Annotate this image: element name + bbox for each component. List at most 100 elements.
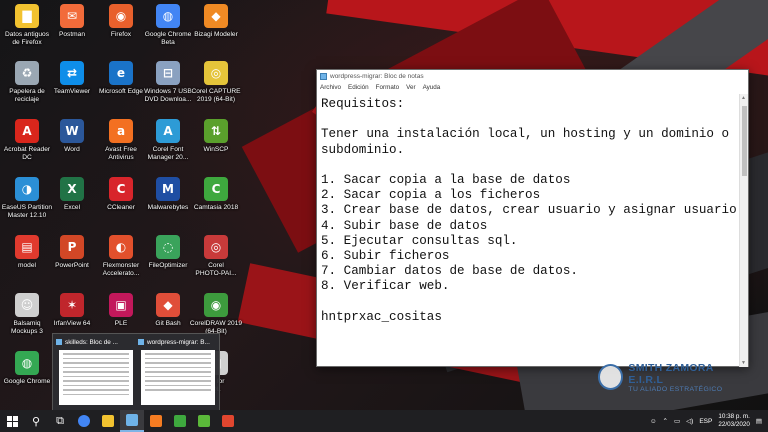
taskbar-app-green[interactable] xyxy=(192,410,216,432)
app-icon: ◌ xyxy=(156,235,180,259)
desktop-icon[interactable]: ◎ Corel CAPTURE 2019 (64-Bit) xyxy=(191,59,241,115)
search-button[interactable]: ⚲ xyxy=(24,410,48,432)
app-icon: C xyxy=(109,177,133,201)
desktop-icon[interactable]: M Malwarebytes xyxy=(143,175,193,231)
desktop-icon[interactable]: P PowerPoint xyxy=(47,233,97,289)
notepad-icon xyxy=(126,414,138,426)
network-icon[interactable]: ▭ xyxy=(674,417,680,425)
desktop-icon[interactable]: ◆ Bizagi Modeler xyxy=(191,2,241,58)
thumbnail-wordpress-migrar[interactable]: wordpress-migrar: B... xyxy=(138,337,218,409)
desktop-icon[interactable]: ◎ Corel PHOTO-PAI... xyxy=(191,233,241,289)
camtasia-icon xyxy=(174,415,186,427)
desktop-icon-label: Corel CAPTURE 2019 (64-Bit) xyxy=(191,88,241,103)
chrome-icon xyxy=(78,415,90,427)
text-line xyxy=(321,295,737,310)
app-icon: A xyxy=(156,119,180,143)
thumbnail-title: wordpress-migrar: B... xyxy=(147,338,210,346)
text-line: 4. Subir base de datos xyxy=(321,218,488,233)
text-line: 2. Sacar copia a los ficheros xyxy=(321,188,541,203)
menu-ver[interactable]: Ver xyxy=(406,84,415,91)
menu-archivo[interactable]: Archivo xyxy=(320,84,341,91)
desktop-icon[interactable]: ◍ Google Chrome xyxy=(2,349,52,405)
menu-bar: Archivo Edición Formato Ver Ayuda xyxy=(317,82,748,93)
thumbnail-skilleds[interactable]: skilleds: Bloc de ... xyxy=(56,337,136,409)
desktop-icon[interactable]: ⇄ TeamViewer xyxy=(47,59,97,115)
notepad-icon xyxy=(320,72,327,80)
app-icon: ◑ xyxy=(15,177,39,201)
desktop-icon[interactable]: A Acrobat Reader DC xyxy=(2,117,52,173)
desktop-icon[interactable]: ◐ Flexmonster Accelerato... xyxy=(96,233,146,289)
vertical-scrollbar[interactable]: ▲ ▼ xyxy=(739,94,748,367)
desktop-icon-label: IrfanView 64 xyxy=(53,320,91,327)
app-icon xyxy=(198,415,210,427)
desktop-icon[interactable]: ✉ Postman xyxy=(47,2,97,58)
desktop-icon[interactable]: e Microsoft Edge xyxy=(96,59,146,115)
task-view-button[interactable]: ⧉ xyxy=(48,410,72,432)
language-indicator[interactable]: ESP xyxy=(699,418,712,425)
app-icon: ◎ xyxy=(204,235,228,259)
desktop-icon[interactable]: ▤ model xyxy=(2,233,52,289)
scroll-up-icon[interactable]: ▲ xyxy=(741,95,746,101)
desktop-icon[interactable]: ♻ Papelera de reciclaje xyxy=(2,59,52,115)
clock-date: 22/03/2020 xyxy=(718,421,750,428)
show-hidden-icons-icon[interactable]: ⌃ xyxy=(663,417,668,425)
clock[interactable]: 10:38 p. m. 22/03/2020 xyxy=(718,413,750,429)
action-center-icon[interactable]: ▤ xyxy=(756,417,762,425)
start-button[interactable] xyxy=(0,410,24,432)
desktop-icon[interactable]: ▇ Datos antiguos de Firefox xyxy=(2,2,52,58)
desktop-icon-label: Excel xyxy=(63,204,81,211)
app-icon: ◆ xyxy=(204,4,228,28)
taskbar-notepad[interactable] xyxy=(120,410,144,432)
app-icon: a xyxy=(109,119,133,143)
desktop-icon[interactable]: C Camtasia 2018 xyxy=(191,175,241,231)
desktop-icon[interactable]: ◍ Google Chrome Beta xyxy=(143,2,193,58)
desktop-icon[interactable]: ◌ FileOptimizer xyxy=(143,233,193,289)
desktop-icon-label: WinSCP xyxy=(203,146,229,153)
scrollbar-thumb[interactable] xyxy=(742,106,747,176)
taskbar-explorer[interactable] xyxy=(96,410,120,432)
text-line: 3. Crear base de datos, crear usuario y … xyxy=(321,203,741,218)
text-line: hntprxac_cositas xyxy=(321,309,442,324)
desktop-icon-label: PowerPoint xyxy=(55,262,89,269)
desktop-icon[interactable]: W Word xyxy=(47,117,97,173)
app-icon: W xyxy=(60,119,84,143)
notepad-window[interactable]: wordpress-migrar: Bloc de notas Archivo … xyxy=(316,69,749,367)
desktop-icon[interactable]: X Excel xyxy=(47,175,97,231)
text-editor-area[interactable]: Requisitos: Tener una instalación local, … xyxy=(317,94,741,367)
app-icon: ◐ xyxy=(109,235,133,259)
text-line xyxy=(321,158,737,173)
desktop-icon[interactable]: ☺ Balsamiq Mockups 3 xyxy=(2,291,52,347)
desktop-icon[interactable]: C CCleaner xyxy=(96,175,146,231)
app-icon: ◉ xyxy=(204,293,228,317)
app-icon: e xyxy=(109,61,133,85)
app-icon: ⇅ xyxy=(204,119,228,143)
xampp-icon xyxy=(150,415,162,427)
menu-ayuda[interactable]: Ayuda xyxy=(423,84,441,91)
thumbnail-preview xyxy=(59,350,133,405)
desktop-icon[interactable]: ⊟ Windows 7 USB DVD Downloa... xyxy=(143,59,193,115)
text-line: 1. Sacar copia a la base de datos xyxy=(321,172,571,187)
app-icon: ♻ xyxy=(15,61,39,85)
text-line: 8. Verificar web. xyxy=(321,279,450,294)
folder-icon xyxy=(102,415,114,427)
text-line xyxy=(321,112,737,127)
menu-formato[interactable]: Formato xyxy=(376,84,399,91)
taskbar-xampp[interactable] xyxy=(144,410,168,432)
desktop-icon[interactable]: ◑ EaseUS Partition Master 12.10 xyxy=(2,175,52,231)
app-icon: M xyxy=(156,177,180,201)
taskbar-chrome[interactable] xyxy=(72,410,96,432)
desktop-icon[interactable]: a Avast Free Antivirus xyxy=(96,117,146,173)
taskbar-camtasia[interactable] xyxy=(168,410,192,432)
desktop-icon[interactable]: ◉ Firefox xyxy=(96,2,146,58)
notepad-title-bar[interactable]: wordpress-migrar: Bloc de notas xyxy=(317,70,748,82)
volume-icon[interactable]: ◁) xyxy=(686,417,693,425)
task-view-icon: ⧉ xyxy=(56,414,64,427)
desktop-icon[interactable]: A Corel Font Manager 20... xyxy=(143,117,193,173)
notification-people-icon[interactable]: ☺ xyxy=(650,418,657,425)
menu-edicion[interactable]: Edición xyxy=(348,84,369,91)
desktop-icon[interactable]: ⇅ WinSCP xyxy=(191,117,241,173)
search-icon: ⚲ xyxy=(31,415,41,428)
app-icon: ▤ xyxy=(15,235,39,259)
taskbar-app-red[interactable] xyxy=(216,410,240,432)
desktop-icon-label: TeamViewer xyxy=(53,88,91,95)
